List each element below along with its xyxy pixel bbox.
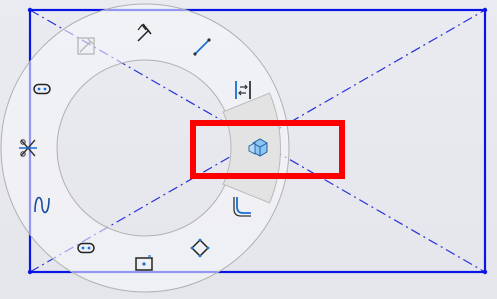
corner-point[interactable] [482, 7, 488, 13]
corner-point[interactable] [27, 269, 33, 275]
corner-point[interactable] [27, 7, 33, 13]
corner-point[interactable] [482, 269, 488, 275]
sketch-canvas[interactable] [0, 0, 497, 299]
